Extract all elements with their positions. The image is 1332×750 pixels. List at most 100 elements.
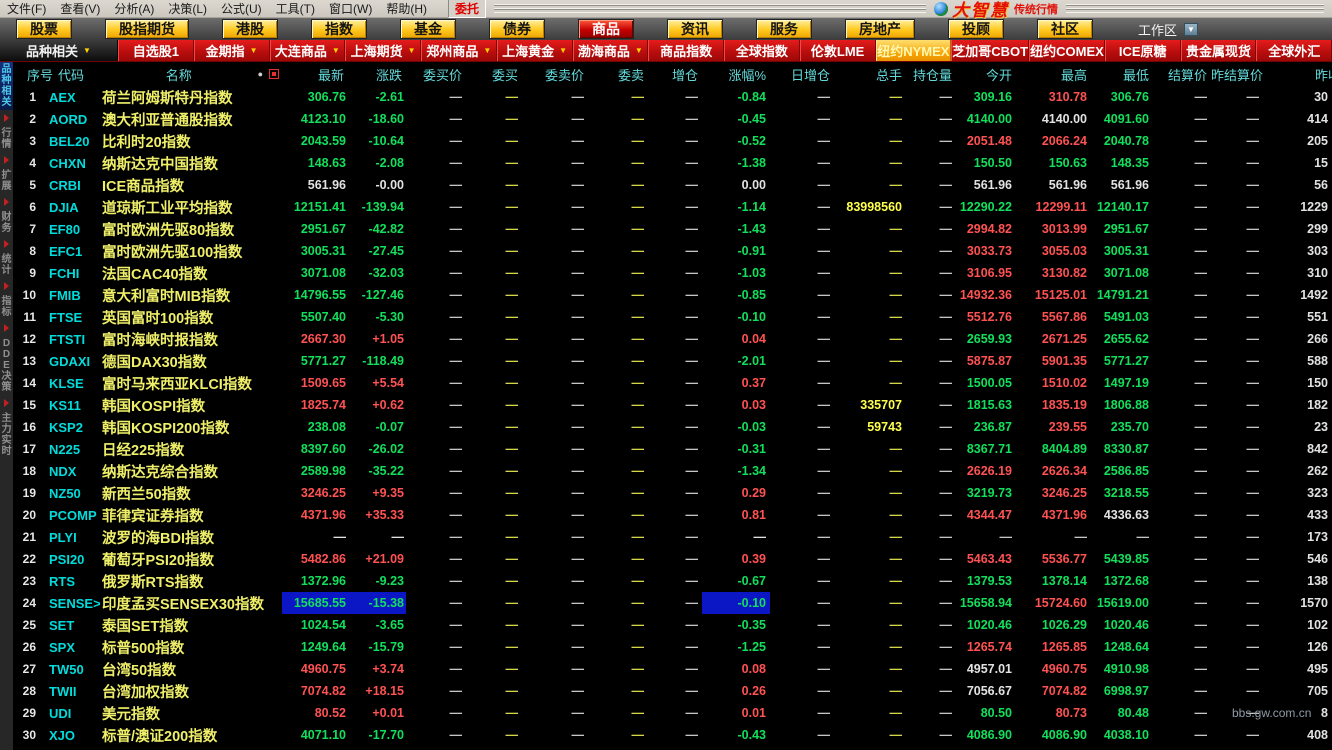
sidebar-tab[interactable]: 主力实时	[0, 411, 13, 459]
col-header-open-interest[interactable]: 持仓量	[906, 62, 956, 86]
table-row[interactable]: 15KS11韩国KOSPI指数1825.74+0.62—————0.03—335…	[13, 394, 1332, 416]
sidebar-tab[interactable]: 行情	[0, 126, 13, 152]
table-row[interactable]: 19NZ50新西兰50指数3246.25+9.35—————0.29———321…	[13, 482, 1332, 504]
col-header-high[interactable]: 最高	[1016, 62, 1091, 86]
table-row[interactable]: 27TW50台湾50指数4960.75+3.74—————0.08———4957…	[13, 658, 1332, 680]
market-tab[interactable]: 全球指数	[724, 40, 800, 61]
col-header-pct-change[interactable]: 涨幅%	[702, 62, 770, 86]
menu-item-4[interactable]: 公式(U)	[214, 0, 269, 17]
market-tab[interactable]: 纽约NYMEX	[876, 40, 952, 61]
market-tab[interactable]: 大连商品▼	[270, 40, 346, 61]
table-row[interactable]: 13GDAXI德国DAX30指数5771.27-118.49—————-2.01…	[13, 350, 1332, 372]
col-header-seq[interactable]: 序号	[13, 62, 46, 86]
primary-tab[interactable]: 指数	[311, 19, 367, 39]
table-row[interactable]: 29UDI美元指数80.52+0.01—————0.01———80.5080.7…	[13, 702, 1332, 724]
market-tab[interactable]: 纽约COMEX	[1029, 40, 1105, 61]
primary-tab[interactable]: 商品	[578, 19, 634, 39]
table-row[interactable]: 17N225日经225指数8397.60-26.02—————-0.31———8…	[13, 438, 1332, 460]
table-row[interactable]: 16KSP2韩国KOSPI200指数238.08-0.07—————-0.03—…	[13, 416, 1332, 438]
cell-prev-close: 546	[1263, 548, 1332, 570]
sidebar-tab[interactable]: 财务	[0, 210, 13, 236]
primary-tab[interactable]: 资讯	[667, 19, 723, 39]
table-row[interactable]: 6DJIA道琼斯工业平均指数12151.41-139.94—————-1.14—…	[13, 196, 1332, 218]
table-row[interactable]: 9FCHI法国CAC40指数3071.08-32.03—————-1.03———…	[13, 262, 1332, 284]
menu-item-7[interactable]: 帮助(H)	[379, 0, 434, 17]
primary-tab[interactable]: 社区	[1037, 19, 1093, 39]
menu-item-2[interactable]: 分析(A)	[107, 0, 161, 17]
market-tab-lead[interactable]: 品种相关 ▼	[0, 40, 118, 61]
trade-button[interactable]: 委托	[448, 0, 486, 18]
market-tab[interactable]: 自选股1	[118, 40, 194, 61]
market-tab[interactable]: 渤海商品▼	[573, 40, 649, 61]
col-header-day-inc-position[interactable]: 日增仓	[770, 62, 834, 86]
table-row[interactable]: 21PLYI波罗的海BDI指数————————————————173	[13, 526, 1332, 548]
primary-tab[interactable]: 投顾	[948, 19, 1004, 39]
col-header-low[interactable]: 最低	[1091, 62, 1153, 86]
workspace-selector[interactable]: 工作区 ▼	[1138, 20, 1198, 39]
table-row[interactable]: 11FTSE英国富时100指数5507.40-5.30—————-0.10———…	[13, 306, 1332, 328]
primary-tab[interactable]: 股指期货	[105, 19, 189, 39]
menu-item-1[interactable]: 查看(V)	[53, 0, 107, 17]
col-header-total-volume[interactable]: 总手	[834, 62, 906, 86]
col-header-name-label: 名称	[100, 65, 258, 84]
primary-tab[interactable]: 服务	[756, 19, 812, 39]
table-row[interactable]: 18NDX纳斯达克综合指数2589.98-35.22—————-1.34———2…	[13, 460, 1332, 482]
market-tab[interactable]: 上海黄金▼	[497, 40, 573, 61]
market-tab[interactable]: ICE原糖	[1105, 40, 1181, 61]
table-row[interactable]: 23RTS俄罗斯RTS指数1372.96-9.23—————-0.67———13…	[13, 570, 1332, 592]
market-tab[interactable]: 贵金属现货	[1181, 40, 1257, 61]
table-row[interactable]: 25SET泰国SET指数1024.54-3.65—————-0.35———102…	[13, 614, 1332, 636]
sidebar-tab[interactable]: DDE决策	[0, 336, 13, 395]
market-tab[interactable]: 伦敦LME	[800, 40, 876, 61]
sidebar-tab[interactable]: 扩展	[0, 168, 13, 194]
col-header-bid-price[interactable]: 委买价	[406, 62, 466, 86]
col-header-open[interactable]: 今开	[956, 62, 1016, 86]
market-tab[interactable]: 商品指数	[648, 40, 724, 61]
market-tab[interactable]: 郑州商品▼	[421, 40, 497, 61]
table-row[interactable]: 12FTSTI富时海峡时报指数2667.30+1.05—————0.04———2…	[13, 328, 1332, 350]
col-header-ask-vol[interactable]: 委卖	[588, 62, 648, 86]
market-tab[interactable]: 全球外汇	[1256, 40, 1332, 61]
sidebar-tab[interactable]: 品种相关	[0, 62, 13, 110]
table-row[interactable]: 26SPX标普500指数1249.64-15.79—————-1.25———12…	[13, 636, 1332, 658]
col-header-prev-close[interactable]: 昨收	[1263, 62, 1332, 86]
col-header-prev-settle[interactable]: 昨结算价	[1211, 62, 1263, 86]
menu-item-0[interactable]: 文件(F)	[0, 0, 53, 17]
market-tab[interactable]: 金期指▼	[194, 40, 270, 61]
menu-item-6[interactable]: 窗口(W)	[322, 0, 379, 17]
table-row[interactable]: 7EF80富时欧洲先驱80指数2951.67-42.82—————-1.43——…	[13, 218, 1332, 240]
market-tab[interactable]: 芝加哥CBOT	[951, 40, 1029, 61]
col-header-bid-vol[interactable]: 委买	[466, 62, 522, 86]
table-row[interactable]: 4CHXN纳斯达克中国指数148.63-2.08—————-1.38———150…	[13, 152, 1332, 174]
market-tab[interactable]: 上海期货▼	[345, 40, 421, 61]
col-header-latest[interactable]: 最新	[282, 62, 348, 86]
table-row[interactable]: 22PSI20葡萄牙PSI20指数5482.86+21.09—————0.39—…	[13, 548, 1332, 570]
table-row[interactable]: 28TWII台湾加权指数7074.82+18.15—————0.26———705…	[13, 680, 1332, 702]
table-row[interactable]: 8EFC1富时欧洲先驱100指数3005.31-27.45—————-0.91—…	[13, 240, 1332, 262]
table-row[interactable]: 14KLSE富时马来西亚KLCI指数1509.65+5.54—————0.37—…	[13, 372, 1332, 394]
primary-tab[interactable]: 港股	[222, 19, 278, 39]
primary-tab[interactable]: 房地产	[845, 19, 915, 39]
col-header-settle[interactable]: 结算价	[1153, 62, 1211, 86]
table-row[interactable]: 10FMIB意大利富时MIB指数14796.55-127.46—————-0.8…	[13, 284, 1332, 306]
table-row[interactable]: 3BEL20比利时20指数2043.59-10.64—————-0.52———2…	[13, 130, 1332, 152]
table-row[interactable]: 5CRBIICE商品指数561.96-0.00—————0.00———561.9…	[13, 174, 1332, 196]
col-header-inc-position[interactable]: 增仓	[648, 62, 702, 86]
col-header-ask-price[interactable]: 委卖价	[522, 62, 588, 86]
table-row[interactable]: 30XJO标普/澳证200指数4071.10-17.70—————-0.43——…	[13, 724, 1332, 746]
table-row[interactable]: 24SENSE>印度孟买SENSEX30指数15685.55-15.38————…	[13, 592, 1332, 614]
sidebar-tab[interactable]: 统计	[0, 252, 13, 278]
table-row[interactable]: 2AORD澳大利亚普通股指数4123.10-18.60—————-0.45———…	[13, 108, 1332, 130]
col-header-code[interactable]: 代码	[46, 62, 100, 86]
primary-tab[interactable]: 债券	[489, 19, 545, 39]
primary-tab[interactable]: 基金	[400, 19, 456, 39]
menu-item-3[interactable]: 决策(L)	[161, 0, 214, 17]
table-row[interactable]: 20PCOMP菲律宾证券指数4371.96+35.33—————0.81———4…	[13, 504, 1332, 526]
col-header-change[interactable]: 涨跌	[348, 62, 406, 86]
chevron-down-icon[interactable]: ▼	[1184, 23, 1198, 36]
menu-item-5[interactable]: 工具(T)	[269, 0, 322, 17]
sidebar-tab[interactable]: 指标	[0, 294, 13, 320]
primary-tab[interactable]: 股票	[16, 19, 72, 39]
table-row[interactable]: 1AEX荷兰阿姆斯特丹指数306.76-2.61—————-0.84———309…	[13, 86, 1332, 108]
col-header-name[interactable]: 名称●	[100, 62, 282, 86]
